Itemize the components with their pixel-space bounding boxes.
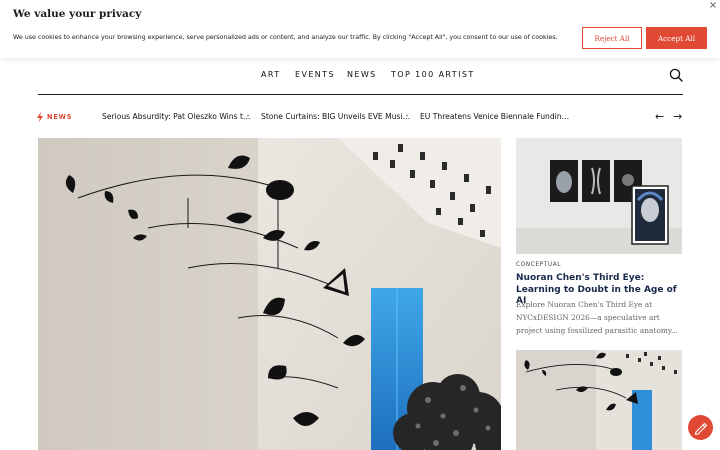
pen-icon xyxy=(694,422,708,436)
article-description: Explore Nuoran Chen's Third Eye at NYCxD… xyxy=(516,300,679,336)
nav-item-events[interactable]: EVENTS xyxy=(295,70,335,79)
hero-image[interactable] xyxy=(38,138,501,450)
nav-item-top-100-artist[interactable]: TOP 100 ARTIST xyxy=(391,70,475,79)
close-icon[interactable]: × xyxy=(708,0,718,11)
nav-item-art[interactable]: ART xyxy=(261,70,281,79)
nav-item-news[interactable]: NEWS xyxy=(347,70,377,79)
cookie-banner: We value your privacy We use cookies to … xyxy=(0,0,720,58)
accept-all-button[interactable]: Accept All xyxy=(646,27,707,49)
article-category[interactable]: CONCEPTUAL xyxy=(516,262,561,268)
floating-action-button[interactable] xyxy=(688,415,713,440)
cookie-text: We use cookies to enhance your browsing … xyxy=(13,33,558,41)
arrow-left-icon[interactable]: ← xyxy=(655,110,664,123)
cookie-title: We value your privacy xyxy=(13,8,142,20)
ticker-separator: • xyxy=(246,112,251,120)
ticker-item[interactable]: Stone Curtains: BIG Unveils EVE Musi… xyxy=(261,112,410,121)
arrow-right-icon[interactable]: → xyxy=(673,110,682,123)
article-image[interactable] xyxy=(516,138,682,254)
reject-all-button[interactable]: Reject All xyxy=(582,27,642,49)
ticker-item[interactable]: EU Threatens Venice Biennale Fundin… xyxy=(420,112,569,121)
nav-divider xyxy=(38,94,683,95)
main-nav: ART EVENTS NEWS TOP 100 ARTIST xyxy=(0,70,720,82)
news-ticker: NEWS Serious Absurdity: Pat Oleszko Wins… xyxy=(0,110,720,124)
lightning-icon xyxy=(37,112,43,122)
ticker-label: NEWS xyxy=(47,113,73,121)
article-image[interactable] xyxy=(516,350,682,450)
search-icon[interactable] xyxy=(669,68,683,82)
ticker-separator: • xyxy=(405,112,410,120)
ticker-item[interactable]: Serious Absurdity: Pat Oleszko Wins t… xyxy=(102,112,251,121)
